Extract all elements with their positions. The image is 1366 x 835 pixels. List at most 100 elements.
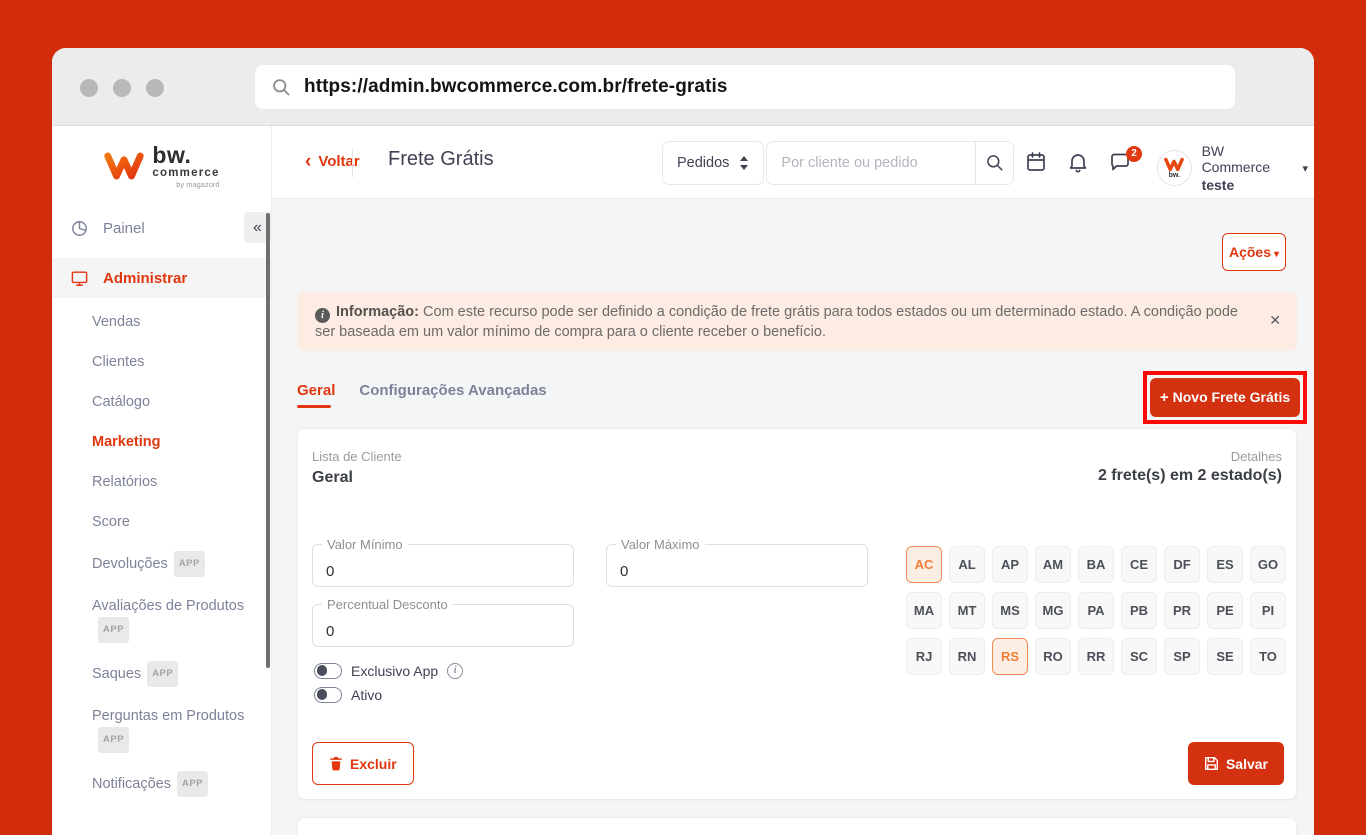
sidebar-item-administrar[interactable]: Administrar <box>52 258 271 298</box>
sidebar-subnav: Vendas Clientes Catálogo Marketing Relat… <box>52 302 271 806</box>
new-free-shipping-label: Novo Frete Grátis <box>1173 389 1290 405</box>
state-button-am[interactable]: AM <box>1035 546 1071 583</box>
actions-button[interactable]: Ações▾ <box>1222 233 1286 271</box>
state-button-pa[interactable]: PA <box>1078 592 1114 629</box>
field-label: Valor Máximo <box>616 537 705 552</box>
state-button-rn[interactable]: RN <box>949 638 985 675</box>
sidebar-item-label: Relatórios <box>92 474 157 490</box>
search-input[interactable] <box>767 142 975 184</box>
logo-sub: commerce <box>152 168 219 180</box>
url-bar[interactable]: https://admin.bwcommerce.com.br/frete-gr… <box>255 65 1235 109</box>
chevron-left-icon: ‹ <box>305 152 311 171</box>
state-button-go[interactable]: GO <box>1250 546 1286 583</box>
sidebar-item-devolucoes[interactable]: DevoluçõesAPP <box>52 542 271 586</box>
state-button-rj[interactable]: RJ <box>906 638 942 675</box>
state-button-pb[interactable]: PB <box>1121 592 1157 629</box>
window-control-dot[interactable] <box>146 79 164 97</box>
field-label: Percentual Desconto <box>322 597 453 612</box>
app-badge: APP <box>98 617 129 643</box>
next-free-shipping-card <box>297 817 1297 835</box>
state-button-rr[interactable]: RR <box>1078 638 1114 675</box>
state-button-sc[interactable]: SC <box>1121 638 1157 675</box>
state-button-df[interactable]: DF <box>1164 546 1200 583</box>
state-button-pe[interactable]: PE <box>1207 592 1243 629</box>
state-button-ap[interactable]: AP <box>992 546 1028 583</box>
notifications-button[interactable] <box>1065 150 1091 176</box>
account-subname: teste <box>1202 177 1293 193</box>
search-button[interactable] <box>975 142 1013 184</box>
sidebar-item-saques[interactable]: SaquesAPP <box>52 652 271 696</box>
sidebar-item-label: Perguntas em Produtos <box>92 708 244 724</box>
annotation-highlight-box: +Novo Frete Grátis <box>1143 371 1307 424</box>
sidebar-item-relatorios[interactable]: Relatórios <box>52 462 271 502</box>
state-button-al[interactable]: AL <box>949 546 985 583</box>
state-button-ms[interactable]: MS <box>992 592 1028 629</box>
window-control-dot[interactable] <box>80 79 98 97</box>
state-button-pr[interactable]: PR <box>1164 592 1200 629</box>
state-selector-grid: AC AL AP AM BA CE DF ES GO MA MT MS MG P… <box>906 546 1286 675</box>
monitor-icon <box>70 269 89 288</box>
calendar-button[interactable] <box>1023 150 1049 176</box>
info-icon: i <box>315 308 330 323</box>
tab-bar: Geral Configurações Avançadas <box>297 382 547 408</box>
sidebar-item-score[interactable]: Score <box>52 502 271 542</box>
logo-brand: bw. <box>152 144 219 167</box>
avatar: bw. <box>1157 150 1192 186</box>
new-free-shipping-button[interactable]: +Novo Frete Grátis <box>1150 378 1300 417</box>
sidebar-item-vendas[interactable]: Vendas <box>52 302 271 342</box>
state-button-ba[interactable]: BA <box>1078 546 1114 583</box>
account-menu[interactable]: bw. BW Commerce teste ▾ <box>1157 143 1308 193</box>
delete-label: Excluir <box>350 756 397 772</box>
delete-button[interactable]: Excluir <box>312 742 414 785</box>
window-control-dot[interactable] <box>113 79 131 97</box>
divider <box>352 149 353 177</box>
search-group: Pedidos <box>662 141 1014 185</box>
sidebar-item-label: Administrar <box>103 270 187 287</box>
sidebar-item-label: Notificações <box>92 776 171 792</box>
search-scope-select[interactable]: Pedidos <box>662 141 764 185</box>
tab-geral[interactable]: Geral <box>297 382 335 408</box>
tab-configuracoes-avancadas[interactable]: Configurações Avançadas <box>359 382 546 408</box>
state-button-ma[interactable]: MA <box>906 592 942 629</box>
toggle-knob <box>317 689 328 700</box>
caret-down-icon: ▾ <box>1274 249 1279 260</box>
state-button-sp[interactable]: SP <box>1164 638 1200 675</box>
state-button-rs[interactable]: RS <box>992 638 1028 675</box>
desktop-background: https://admin.bwcommerce.com.br/frete-gr… <box>0 0 1366 835</box>
sidebar-item-personalizar[interactable]: Personalizar <box>52 822 271 835</box>
exclusivo-app-toggle[interactable] <box>314 663 342 679</box>
sidebar-scrollbar[interactable] <box>266 213 270 668</box>
sidebar-item-marketing[interactable]: Marketing <box>52 422 271 462</box>
toggle-label: Ativo <box>351 687 382 703</box>
ativo-toggle[interactable] <box>314 687 342 703</box>
state-button-ro[interactable]: RO <box>1035 638 1071 675</box>
ativo-toggle-row: Ativo <box>314 687 382 703</box>
sort-arrows-icon <box>739 156 749 170</box>
close-icon[interactable]: ✕ <box>1269 312 1281 329</box>
state-button-pi[interactable]: PI <box>1250 592 1286 629</box>
state-button-ce[interactable]: CE <box>1121 546 1157 583</box>
state-button-ac[interactable]: AC <box>906 546 942 583</box>
sidebar-item-perguntas-em-produtos[interactable]: Perguntas em ProdutosAPP <box>52 696 271 762</box>
app-logo[interactable]: bw. commerce by magazord <box>52 126 271 206</box>
state-button-se[interactable]: SE <box>1207 638 1243 675</box>
sidebar-item-clientes[interactable]: Clientes <box>52 342 271 382</box>
calendar-icon <box>1024 150 1048 174</box>
state-button-es[interactable]: ES <box>1207 546 1243 583</box>
sidebar-item-label: Vendas <box>92 314 140 330</box>
search-scope-label: Pedidos <box>677 155 729 171</box>
state-button-mt[interactable]: MT <box>949 592 985 629</box>
messages-button[interactable]: 2 <box>1107 150 1133 176</box>
info-icon[interactable]: i <box>447 663 463 679</box>
valor-maximo-field: Valor Máximo <box>606 544 868 587</box>
sidebar-item-catalogo[interactable]: Catálogo <box>52 382 271 422</box>
sidebar-item-painel[interactable]: Painel <box>52 208 271 248</box>
state-button-to[interactable]: TO <box>1250 638 1286 675</box>
page-header: ‹ Voltar Frete Grátis Pedidos <box>272 126 1314 199</box>
exclusivo-app-toggle-row: Exclusivo App i <box>314 663 463 679</box>
sidebar-item-avaliacoes-de-produtos[interactable]: Avaliações de ProdutosAPP <box>52 586 271 652</box>
sidebar-item-notificacoes[interactable]: NotificaçõesAPP <box>52 762 271 806</box>
sidebar-item-label: Score <box>92 514 130 530</box>
save-button[interactable]: Salvar <box>1188 742 1284 785</box>
state-button-mg[interactable]: MG <box>1035 592 1071 629</box>
